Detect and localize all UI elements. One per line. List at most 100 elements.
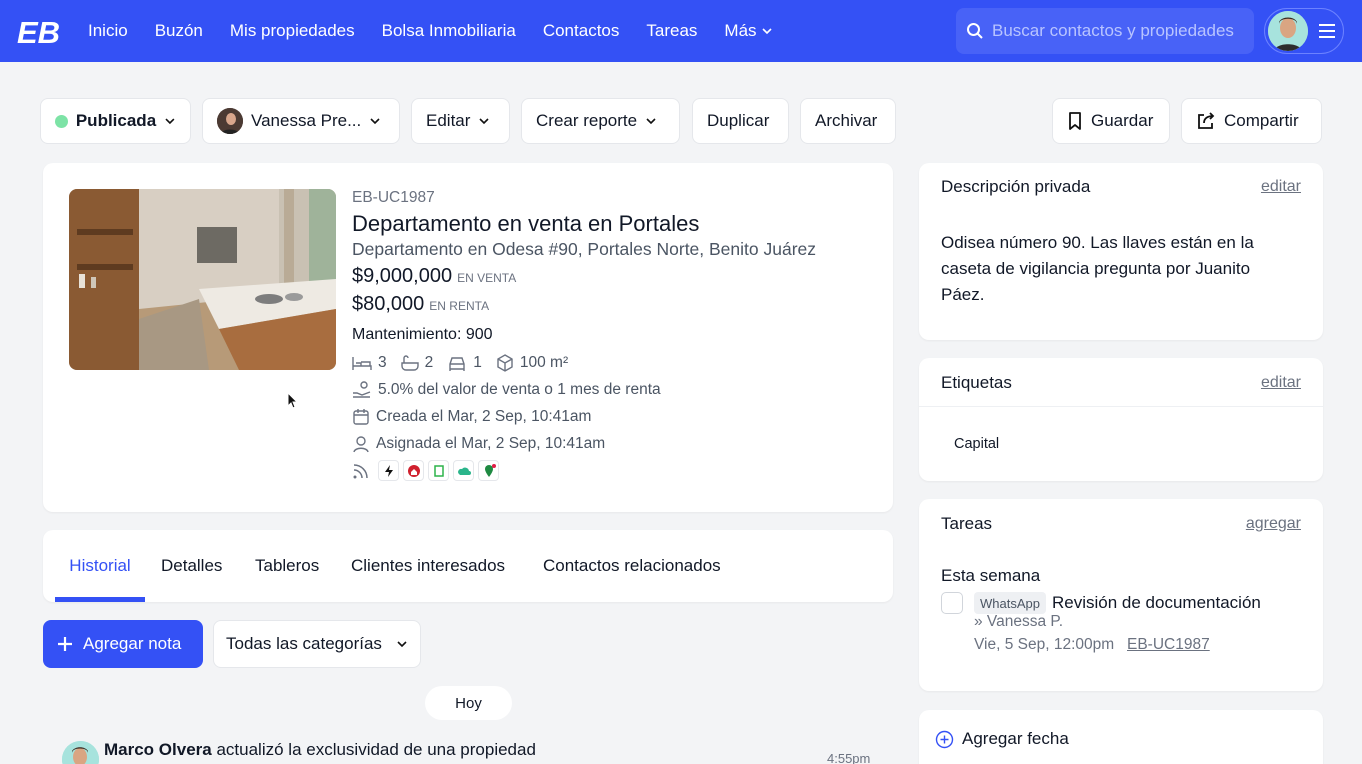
search-input[interactable] [992, 21, 1252, 41]
calendar-icon [353, 408, 369, 425]
tasks-title: Tareas [941, 514, 993, 533]
portal-door-icon[interactable] [428, 460, 449, 481]
tags-edit-link[interactable]: editar [1261, 374, 1301, 392]
nav-tareas[interactable]: Tareas [646, 21, 697, 41]
chevron-down-icon [646, 118, 656, 125]
portal-cloud-icon[interactable] [453, 460, 474, 481]
share-label: Compartir [1224, 111, 1299, 130]
private-description-edit-link[interactable]: editar [1261, 178, 1301, 196]
tab-contactos-relacionados-label: Contactos relacionados [543, 556, 721, 575]
share-button[interactable]: Compartir [1181, 98, 1322, 144]
property-summary-card: EB-UC1987 Departamento en venta en Porta… [43, 163, 893, 512]
tags-divider [919, 406, 1323, 407]
tab-historial[interactable]: Historial [55, 530, 145, 602]
history-entry-text: Marco Olvera actualizó la exclusividad d… [104, 740, 536, 760]
agent-avatar [217, 108, 243, 134]
tab-historial-label: Historial [69, 556, 131, 575]
maintenance: Mantenimiento: 900 [352, 326, 493, 343]
add-note-button[interactable]: Agregar nota [43, 620, 203, 668]
nav-inicio[interactable]: Inicio [88, 21, 128, 41]
nav-mas[interactable]: Más [724, 21, 772, 41]
user-menu[interactable] [1264, 8, 1344, 54]
portal-map-pin-icon[interactable] [478, 460, 499, 481]
property-code: EB-UC1987 [352, 189, 435, 206]
edit-dropdown[interactable]: Editar [411, 98, 510, 144]
duplicate-button[interactable]: Duplicar [692, 98, 789, 144]
status-label: Publicada [75, 111, 157, 130]
tab-detalles[interactable]: Detalles [161, 530, 222, 602]
tasks-add-link[interactable]: agregar [1246, 515, 1301, 533]
tab-tableros-label: Tableros [255, 556, 320, 575]
tags-title: Etiquetas [941, 373, 1012, 392]
task-checkbox[interactable] [941, 592, 963, 614]
area-value: 100 m² [519, 353, 569, 371]
sale-price: $9,000,000 [352, 265, 453, 287]
user-avatar [1268, 11, 1308, 51]
history-entry-user[interactable]: Marco Olvera [104, 740, 212, 759]
portal-sync-icon[interactable] [378, 460, 399, 481]
portals-row [352, 457, 872, 484]
create-report-label: Crear reporte [536, 111, 638, 130]
search-icon [967, 23, 983, 39]
commission-row: 5.0% del valor de venta o 1 mes de renta [352, 376, 872, 403]
status-dot [55, 114, 68, 128]
chevron-down-icon [479, 118, 489, 125]
mouse-cursor-icon [287, 392, 299, 409]
brand-logo[interactable]: EB [16, 14, 60, 50]
global-search[interactable] [956, 8, 1254, 54]
property-photo[interactable] [69, 189, 336, 370]
task-property-ref-link[interactable]: EB-UC1987 [1127, 636, 1210, 654]
nav-bolsa-inmobiliaria[interactable]: Bolsa Inmobiliaria [382, 21, 516, 41]
save-label: Guardar [1091, 111, 1154, 130]
create-report-dropdown[interactable]: Crear reporte [521, 98, 680, 144]
archive-button[interactable]: Archivar [800, 98, 896, 144]
chevron-down-icon [761, 28, 772, 35]
created-text: Creada el Mar, 2 Sep, 10:41am [376, 407, 592, 425]
day-separator-badge: Hoy [425, 686, 512, 720]
task-badge: WhatsApp [974, 592, 1046, 614]
task-due-date: Vie, 5 Sep, 12:00pm [974, 636, 1115, 653]
archive-label: Archivar [815, 111, 878, 130]
share-icon [1198, 112, 1215, 129]
task-assignee: » Vanessa P. [974, 613, 1064, 630]
logo-text: EB [17, 15, 60, 48]
property-address: Departamento en Odesa #90, Portales Nort… [352, 239, 817, 259]
status-dropdown[interactable]: Publicada [40, 98, 191, 144]
add-date-button[interactable]: Agregar fecha [935, 729, 1069, 749]
nav-mas-label: Más [724, 21, 757, 40]
tab-tableros[interactable]: Tableros [255, 530, 319, 602]
sale-price-row: $9,000,000 EN VENTA [352, 265, 872, 293]
parking-count: 1 [473, 353, 482, 371]
task-title[interactable]: Revisión de documentación [1052, 593, 1261, 613]
rss-feed-icon[interactable] [352, 462, 370, 480]
commission-text: 5.0% del valor de venta o 1 mes de renta [378, 380, 661, 398]
property-title: Departamento en venta en Portales [352, 211, 700, 236]
user-icon [353, 435, 369, 452]
assigned-row: Asignada el Mar, 2 Sep, 10:41am [352, 430, 872, 457]
tag-chip[interactable]: Capital [954, 436, 999, 452]
dates-card: Agregar fecha [919, 710, 1323, 764]
agent-label: Vanessa Pre... [251, 111, 362, 130]
agent-dropdown[interactable]: Vanessa Pre... [202, 98, 400, 144]
chevron-down-icon [165, 118, 175, 125]
bathtub-icon [400, 354, 419, 371]
nav-mis-propiedades[interactable]: Mis propiedades [230, 21, 355, 41]
plus-icon [58, 637, 72, 651]
history-entry-avatar [62, 741, 99, 764]
private-description-title: Descripción privada [941, 177, 1091, 196]
duplicate-label: Duplicar [707, 111, 770, 130]
save-button[interactable]: Guardar [1052, 98, 1170, 144]
hamburger-menu-icon [1319, 24, 1335, 38]
tab-clientes-interesados[interactable]: Clientes interesados [351, 530, 505, 602]
category-filter-dropdown[interactable]: Todas las categorías [213, 620, 421, 668]
history-entry-time: 4:55pm [827, 751, 871, 764]
property-info: EB-UC1987 Departamento en venta en Porta… [352, 189, 872, 484]
add-note-label: Agregar nota [83, 634, 182, 653]
plus-circle-icon [935, 730, 954, 748]
portal-house-icon[interactable] [403, 460, 424, 481]
nav-contactos[interactable]: Contactos [543, 21, 620, 41]
tab-contactos-relacionados[interactable]: Contactos relacionados [543, 530, 721, 602]
tasks-group-title: Esta semana [941, 566, 1041, 585]
rent-price: $80,000 [352, 293, 425, 315]
nav-buzon[interactable]: Buzón [155, 21, 203, 41]
